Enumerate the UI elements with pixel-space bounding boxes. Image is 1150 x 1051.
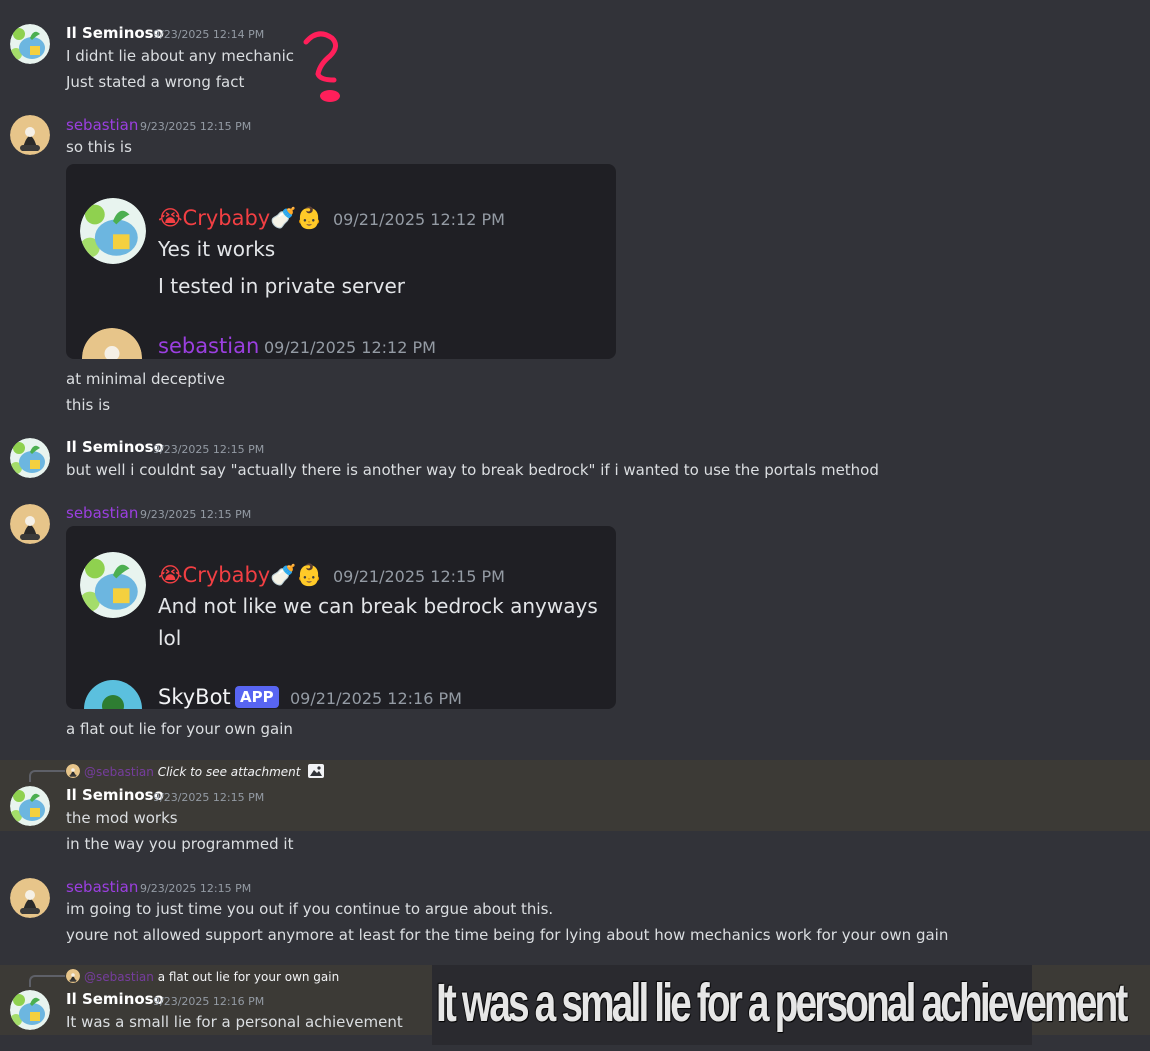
reply-connector — [29, 975, 65, 987]
timestamp: 9/23/2025 12:15 PM — [140, 508, 252, 521]
message-text: the mod works — [66, 809, 178, 827]
reply-context[interactable]: @sebastian Click to see attachment — [66, 764, 325, 779]
reply-mention[interactable]: @sebastian — [84, 765, 154, 779]
username[interactable]: Il Seminoso — [66, 990, 164, 1008]
username[interactable]: sebastian — [66, 878, 138, 896]
reply-context[interactable]: @sebastian a flat out lie for your own g… — [66, 969, 339, 984]
embed-avatar — [82, 328, 142, 359]
timestamp: 9/23/2025 12:15 PM — [153, 443, 265, 456]
user-avatar[interactable] — [10, 24, 50, 64]
username[interactable]: Il Seminoso — [66, 438, 164, 456]
embed-avatar — [84, 680, 142, 709]
timestamp: 9/23/2025 12:14 PM — [153, 28, 265, 41]
user-avatar[interactable] — [10, 990, 50, 1030]
message-text: youre not allowed support anymore at lea… — [66, 926, 949, 944]
username[interactable]: sebastian — [66, 116, 138, 134]
message-text: in the way you programmed it — [66, 835, 294, 853]
reply-text: a flat out lie for your own gain — [157, 970, 340, 984]
embed-text: I tested in private server — [158, 274, 405, 298]
message-text: so this is — [66, 138, 132, 156]
embed-username: sebastian — [158, 334, 260, 358]
screenshot-embed[interactable]: 😭Crybaby🍼👶 09/21/2025 12:15 PM And not l… — [66, 526, 616, 709]
message-text: but well i couldnt say "actually there i… — [66, 461, 879, 479]
reply-text: Click to see attachment — [157, 765, 301, 779]
embed-avatar — [80, 552, 146, 618]
message-text: It was a small lie for a personal achiev… — [66, 1013, 403, 1031]
user-avatar[interactable] — [10, 878, 50, 918]
timestamp: 9/23/2025 12:16 PM — [153, 995, 265, 1008]
user-avatar[interactable] — [10, 438, 50, 478]
message-text: Just stated a wrong fact — [66, 73, 245, 91]
embed-timestamp: 09/21/2025 12:12 PM — [333, 210, 505, 229]
embed-timestamp: 09/21/2025 12:12 PM — [264, 338, 436, 357]
meme-caption: It was a small lie for a personal achiev… — [436, 973, 1128, 1033]
screenshot-embed[interactable]: 😭Crybaby🍼👶 09/21/2025 12:12 PM Yes it wo… — [66, 164, 616, 359]
embed-text: And not like we can break bedrock anyway… — [158, 594, 598, 618]
embed-username: 😭Crybaby🍼👶 — [158, 563, 323, 587]
embed-timestamp: 09/21/2025 12:15 PM — [333, 567, 505, 586]
reply-connector — [29, 770, 65, 782]
chat-canvas: Il Seminoso 9/23/2025 12:14 PM I didnt l… — [0, 0, 1150, 1051]
embed-text: lol — [158, 626, 182, 650]
message-text: I didnt lie about any mechanic — [66, 47, 294, 65]
username[interactable]: sebastian — [66, 504, 138, 522]
username[interactable]: Il Seminoso — [66, 786, 164, 804]
user-avatar[interactable] — [10, 115, 50, 155]
user-avatar[interactable] — [10, 786, 50, 826]
timestamp: 9/23/2025 12:15 PM — [153, 791, 265, 804]
message-text: at minimal deceptive — [66, 370, 225, 388]
embed-timestamp: 09/21/2025 12:16 PM — [290, 689, 462, 708]
embed-text: Yes it works — [158, 237, 276, 261]
message-text: a flat out lie for your own gain — [66, 720, 293, 738]
user-avatar[interactable] — [10, 504, 50, 544]
question-mark-scribble — [303, 31, 340, 102]
embed-username: 😭Crybaby🍼👶 — [158, 206, 323, 230]
timestamp: 9/23/2025 12:15 PM — [140, 882, 252, 895]
message-text: this is — [66, 396, 111, 414]
message-text: im going to just time you out if you con… — [66, 900, 554, 918]
reply-mention[interactable]: @sebastian — [84, 970, 154, 984]
app-badge: APP — [235, 686, 279, 708]
reply-avatar — [66, 764, 80, 778]
embed-username: SkyBot — [158, 685, 231, 709]
username[interactable]: Il Seminoso — [66, 24, 164, 42]
reply-avatar — [66, 969, 80, 983]
image-icon — [308, 764, 325, 778]
embed-avatar — [80, 198, 146, 264]
timestamp: 9/23/2025 12:15 PM — [140, 120, 252, 133]
